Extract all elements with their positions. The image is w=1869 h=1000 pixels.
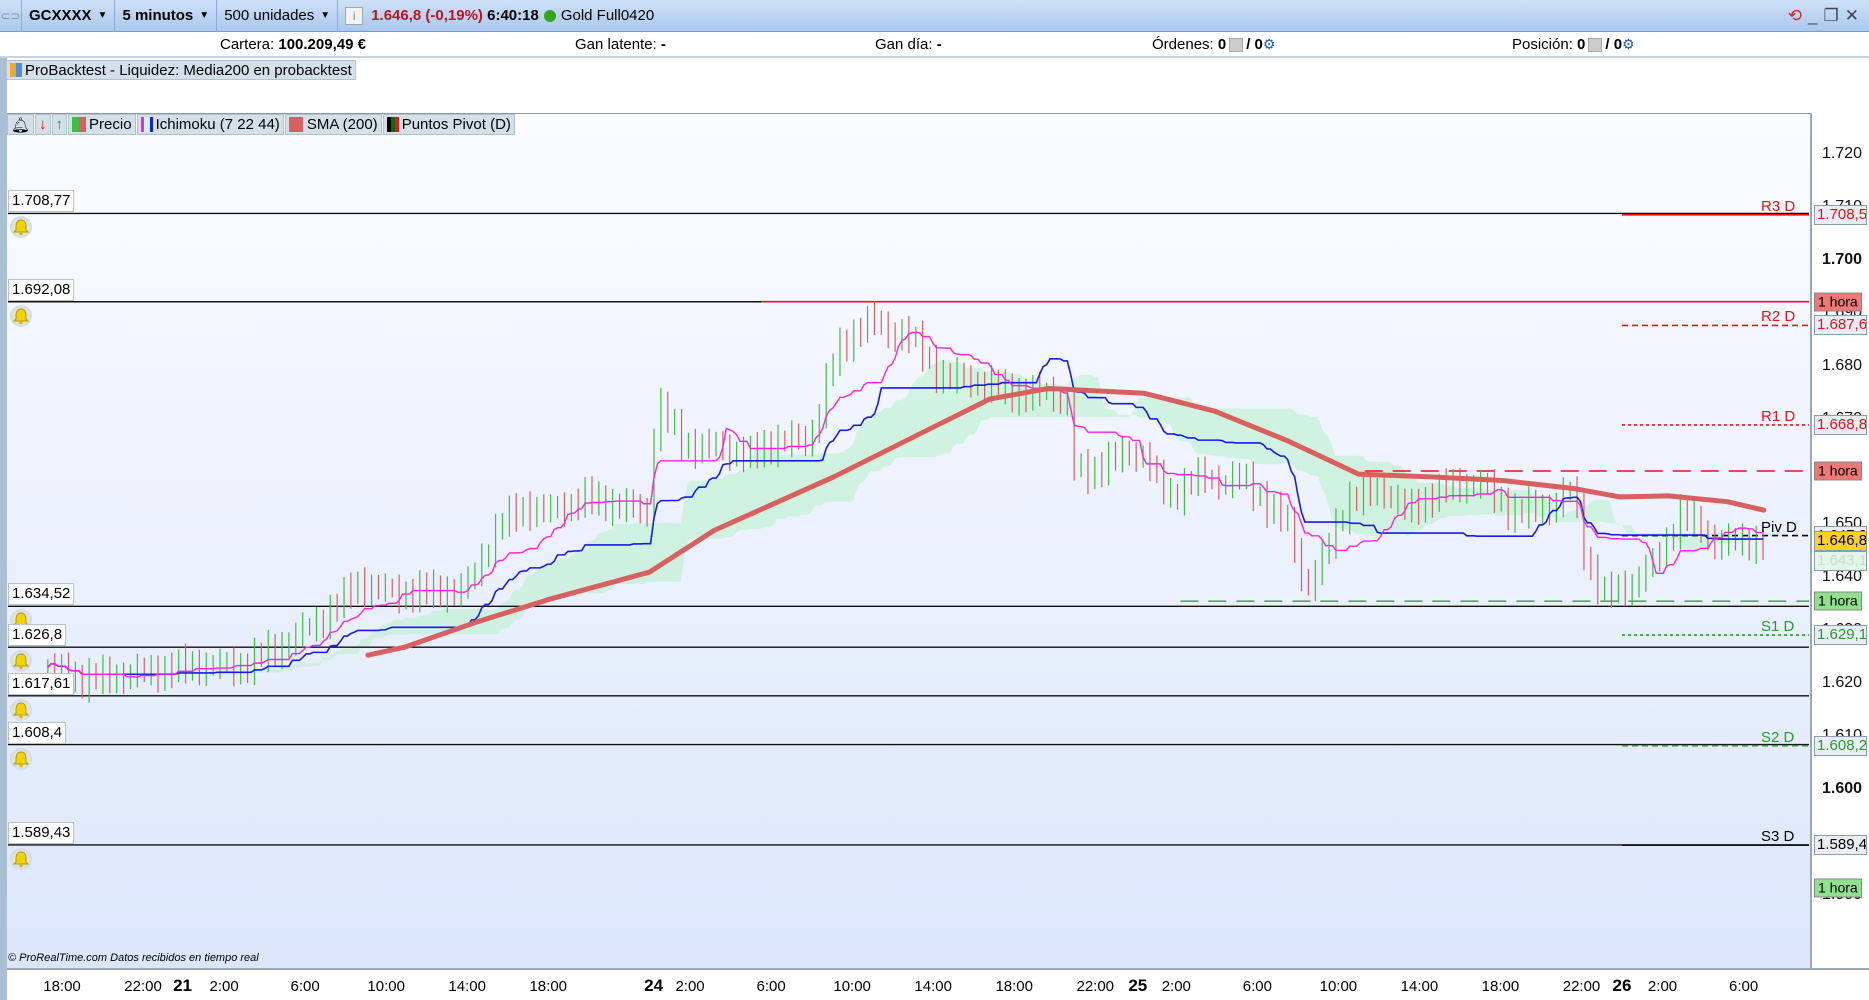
hour-alert-label[interactable]: 1 hora: [1814, 461, 1862, 481]
x-tick-label: 10:00: [833, 978, 871, 995]
bell-icon[interactable]: [10, 847, 32, 870]
swatch: [394, 117, 399, 132]
pivot-value-box: 1.687,6: [1814, 315, 1867, 336]
x-tick-label: 18:00: [1481, 978, 1520, 995]
pivot-value-box: 1.708,5: [1814, 204, 1867, 225]
bell-icon: 🔔︎: [11, 116, 31, 134]
alert-price-label[interactable]: 1.617,61: [8, 672, 75, 695]
x-tick-label: 26: [1612, 976, 1632, 995]
legend-label: SMA (200): [306, 116, 378, 133]
alert-price-label[interactable]: 1.608,4: [8, 721, 67, 744]
x-tick-label: 21: [173, 976, 193, 995]
y-tick-label: 1.640: [1822, 568, 1863, 586]
x-tick-label: 14:00: [1400, 978, 1439, 995]
legend-ichimoku[interactable]: Ichimoku (7 22 44): [136, 114, 284, 135]
alert-price-label[interactable]: 1.626,8: [8, 624, 67, 647]
x-tick-label: 6:00: [756, 978, 786, 995]
pivot-value-box: 1.629,1: [1814, 625, 1867, 646]
x-tick-label: 25: [1128, 976, 1148, 995]
swatch: [149, 117, 153, 132]
x-tick-label: 10:00: [1319, 978, 1358, 995]
alert-price-label[interactable]: 1.634,52: [8, 583, 75, 606]
x-tick-label: 6:00: [290, 978, 320, 995]
x-tick-label: 2:00: [1647, 978, 1678, 995]
pivot-value-box: 1.589,4: [1814, 835, 1867, 856]
pivot-name: R2 D: [1761, 308, 1796, 326]
x-tick-label: 24: [644, 976, 664, 995]
pivot-name: S3 D: [1761, 828, 1795, 846]
y-tick-label: 1.620: [1822, 674, 1863, 692]
alert-price-label[interactable]: 1.708,77: [8, 190, 75, 213]
swatch: [288, 117, 303, 132]
chart-plot: [8, 153, 1818, 975]
hour-alert-label[interactable]: 1 hora: [1814, 292, 1862, 312]
x-tick-label: 22:00: [124, 978, 162, 995]
chart-legend: 🔔︎ ↓ ↑ Precio Ichimoku (7 22 44) SMA (20…: [7, 114, 516, 135]
bell-icon[interactable]: [10, 698, 32, 721]
x-tick-label: 10:00: [367, 978, 405, 995]
y-tick-label: 1.700: [1822, 250, 1863, 268]
x-tick-label: 2:00: [1161, 978, 1191, 995]
pivot-name: S1 D: [1761, 618, 1795, 636]
legend-precio[interactable]: Precio: [68, 114, 136, 135]
footer-note: © ProRealTime.com Datos recibidos en tie…: [8, 952, 259, 964]
sma-line: [365, 385, 1767, 658]
alert-bell-button[interactable]: 🔔︎: [7, 114, 35, 135]
pivot-value-box: 1.608,2: [1814, 735, 1867, 756]
x-tick-label: 18:00: [43, 978, 81, 995]
swatch: [79, 117, 87, 132]
y-tick-label: 1.680: [1822, 356, 1863, 374]
arrow-up-icon: ↑: [55, 116, 64, 133]
bell-icon[interactable]: [10, 747, 32, 770]
pivot-name: R1 D: [1761, 407, 1796, 425]
x-tick-label: 22:00: [1076, 978, 1115, 995]
legend-pivot[interactable]: Puntos Pivot (D): [382, 114, 515, 135]
hour-alert-label[interactable]: 1 hora: [1814, 878, 1862, 898]
hour-alert-label[interactable]: 1 hora: [1814, 591, 1862, 611]
bell-icon[interactable]: [10, 304, 32, 327]
x-tick-label: 18:00: [995, 978, 1033, 995]
price-value-box: 1.643,1: [1814, 550, 1867, 571]
x-tick-label: 14:00: [448, 978, 486, 995]
alert-price-label[interactable]: 1.692,08: [8, 278, 75, 301]
legend-sma[interactable]: SMA (200): [284, 114, 382, 135]
y-tick-label: 1.600: [1822, 780, 1863, 798]
x-tick-label: 6:00: [1728, 978, 1759, 995]
legend-label: Ichimoku (7 22 44): [155, 116, 280, 133]
sell-button[interactable]: ↓: [35, 114, 51, 135]
x-tick-label: 22:00: [1562, 978, 1601, 995]
y-tick-label: 1.720: [1822, 145, 1863, 162]
x-tick-label: 2:00: [675, 978, 705, 995]
x-tick-label: 14:00: [914, 978, 952, 995]
copyright: © ProRealTime.com: [8, 952, 108, 964]
arrow-down-icon: ↓: [39, 116, 47, 133]
x-tick-label: 18:00: [529, 978, 568, 995]
bell-icon[interactable]: [10, 216, 32, 239]
data-note: Datos recibidos en tiempo real: [110, 952, 259, 964]
x-tick-label: 6:00: [1242, 978, 1272, 995]
pivot-name: Piv D: [1761, 518, 1797, 536]
swatch: [72, 117, 80, 132]
bell-icon[interactable]: [10, 650, 32, 673]
price-value-box: 1.646,8: [1814, 531, 1867, 552]
pivot-value-box: 1.668,8: [1814, 414, 1867, 435]
pivot-name: R3 D: [1761, 197, 1796, 215]
buy-button[interactable]: ↑: [51, 114, 68, 135]
pivot-name: S2 D: [1761, 728, 1795, 746]
x-tick-label: 2:00: [209, 978, 239, 995]
legend-label: Puntos Pivot (D): [401, 116, 511, 133]
legend-label: Precio: [89, 116, 132, 133]
alert-price-label[interactable]: 1.589,43: [8, 821, 75, 844]
